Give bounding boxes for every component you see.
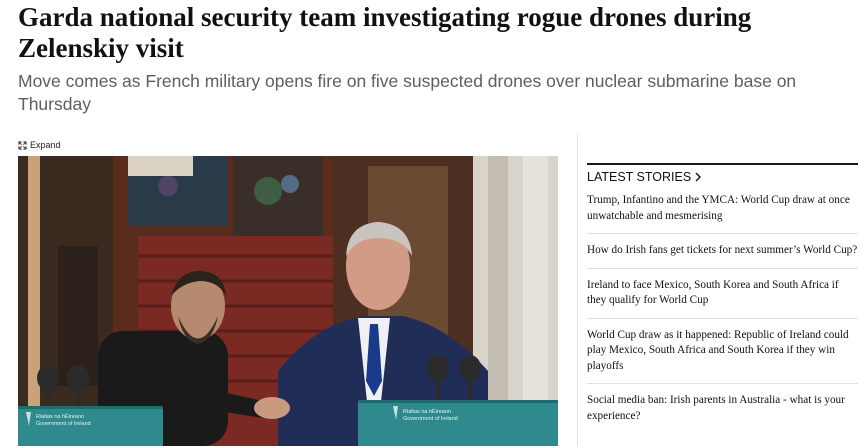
expand-button[interactable]: Expand bbox=[18, 140, 61, 150]
latest-story-item[interactable]: World Cup draw as it happened: Republic … bbox=[587, 319, 858, 384]
article-photo[interactable]: Rialtas na hÉireann Government of Irelan… bbox=[18, 156, 558, 446]
expand-arrows-icon bbox=[18, 140, 27, 150]
latest-stories-heading-label: LATEST STORIES bbox=[587, 170, 692, 184]
latest-story-title: Social media ban: Irish parents in Austr… bbox=[587, 394, 845, 422]
podium-text-right-1: Rialtas na hÉireann bbox=[403, 408, 451, 415]
latest-story-item[interactable]: Social media ban: Irish parents in Austr… bbox=[587, 384, 858, 433]
chevron-right-icon bbox=[695, 172, 702, 182]
column-divider bbox=[577, 134, 578, 446]
latest-story-title: World Cup draw as it happened: Republic … bbox=[587, 328, 849, 372]
latest-stories-rule bbox=[587, 163, 858, 165]
latest-story-title: Ireland to face Mexico, South Korea and … bbox=[587, 278, 839, 307]
podium-text-left-1: Rialtas na hÉireann bbox=[36, 413, 84, 420]
podium-text-right-2: Government of Ireland bbox=[403, 416, 458, 422]
article-subheadline: Move comes as French military opens fire… bbox=[18, 71, 797, 114]
expand-label: Expand bbox=[30, 140, 61, 150]
latest-story-item[interactable]: Trump, Infantino and the YMCA: World Cup… bbox=[587, 191, 858, 234]
latest-stories-heading[interactable]: LATEST STORIES bbox=[587, 170, 858, 184]
latest-story-item[interactable]: Ireland to face Mexico, South Korea and … bbox=[587, 269, 858, 319]
latest-story-title: How do Irish fans get tickets for next s… bbox=[587, 244, 858, 256]
podium-text-left-2: Government of Ireland bbox=[36, 421, 91, 427]
latest-story-title: Trump, Infantino and the YMCA: World Cup… bbox=[587, 194, 850, 222]
article-headline: Garda national security team investigati… bbox=[18, 2, 752, 63]
latest-story-item[interactable]: How do Irish fans get tickets for next s… bbox=[587, 234, 858, 269]
latest-stories-panel: LATEST STORIES Trump, Infantino and the … bbox=[587, 163, 858, 433]
